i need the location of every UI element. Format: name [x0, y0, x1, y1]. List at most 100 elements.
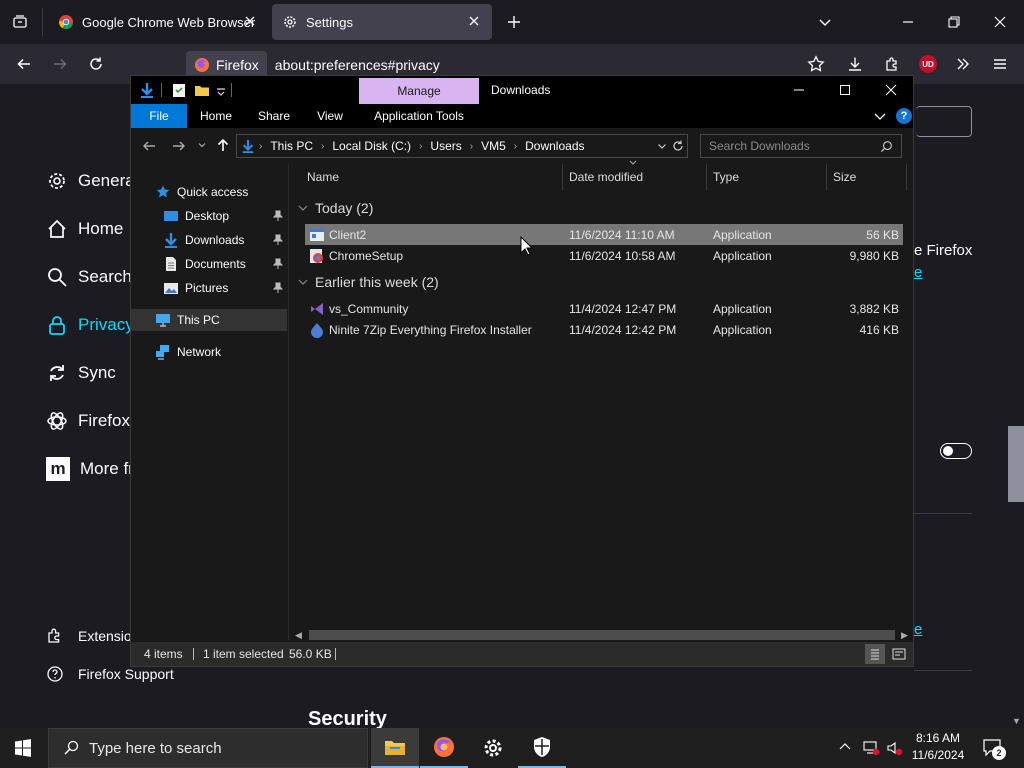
expand-ribbon-icon[interactable]	[873, 109, 887, 123]
scroll-left-icon[interactable]: ◀	[295, 630, 302, 641]
url-text[interactable]: about:preferences#privacy	[275, 57, 440, 73]
group-header-today[interactable]: Today (2)	[297, 197, 373, 219]
refresh-icon[interactable]	[671, 139, 685, 153]
category-home[interactable]: Home	[46, 215, 123, 243]
network-disconnected-icon[interactable]	[862, 740, 880, 756]
overflow-chevrons-icon[interactable]	[947, 48, 979, 80]
details-view-icon[interactable]	[865, 644, 885, 664]
close-window-icon[interactable]	[984, 6, 1016, 38]
nav-pictures[interactable]: Pictures	[131, 277, 287, 299]
minimize-icon[interactable]	[892, 6, 924, 38]
qat-divider	[231, 83, 232, 97]
breadcrumb-users[interactable]: Users	[430, 139, 461, 153]
back-icon[interactable]	[141, 138, 157, 154]
customize-qat-icon[interactable]	[215, 82, 227, 98]
taskbar-clock[interactable]: 8:16 AM 11/6/2024	[908, 731, 968, 762]
forward-icon[interactable]	[171, 138, 187, 154]
taskbar-windows-security[interactable]	[518, 728, 566, 768]
installer-icon	[309, 245, 325, 266]
tab-list-icon[interactable]	[4, 6, 36, 38]
search-icon	[880, 140, 893, 153]
ublock-origin-icon[interactable]: UD	[912, 48, 944, 80]
category-search[interactable]: Search	[46, 263, 132, 291]
breadcrumb-vm5[interactable]: VM5	[481, 139, 506, 153]
search-settings-input[interactable]	[916, 106, 972, 137]
link-firefox-support[interactable]: Firefox Support	[46, 664, 174, 684]
back-icon[interactable]	[8, 48, 40, 80]
category-sync[interactable]: Sync	[46, 359, 116, 387]
tab-chrome-download[interactable]: Google Chrome Web Browser	[48, 4, 268, 40]
gear-icon	[46, 170, 68, 192]
ribbon-tab-file[interactable]: File	[131, 104, 187, 128]
file-row-vs-community[interactable]: vs_Community 11/4/2024 12:47 PM Applicat…	[305, 298, 903, 319]
large-icons-view-icon[interactable]	[889, 644, 909, 664]
notification-center-icon[interactable]: 2	[982, 738, 1006, 760]
ribbon-tab-home[interactable]: Home	[191, 104, 241, 128]
taskbar-search-box[interactable]: Type here to search	[48, 728, 368, 768]
nav-this-pc[interactable]: This PC	[131, 309, 287, 331]
breadcrumb-separator: ›	[469, 140, 474, 152]
close-tab-icon[interactable]	[466, 13, 482, 29]
show-hidden-icons-chevron-icon[interactable]	[838, 740, 852, 754]
nav-quick-access[interactable]: Quick access	[131, 181, 287, 203]
nav-documents[interactable]: Documents	[131, 253, 287, 275]
category-firefox-labs[interactable]: Firefox	[46, 407, 130, 435]
group-header-earlier-this-week[interactable]: Earlier this week (2)	[297, 271, 439, 293]
search-downloads-input[interactable]: Search Downloads	[700, 134, 902, 158]
column-header-size[interactable]: Size	[827, 164, 907, 190]
close-window-icon[interactable]	[875, 74, 907, 106]
restore-icon[interactable]	[938, 6, 970, 38]
column-header-date-modified[interactable]: Date modified	[563, 164, 707, 190]
column-header-type[interactable]: Type	[707, 164, 827, 190]
help-icon[interactable]: ?	[896, 108, 912, 124]
file-row-ninite-installer[interactable]: Ninite 7Zip Everything Firefox Installer…	[305, 319, 903, 340]
properties-icon[interactable]	[171, 82, 187, 98]
page-scrollbar[interactable]: ▼	[1008, 84, 1024, 728]
nav-network[interactable]: Network	[131, 341, 287, 363]
breadcrumb-local-disk[interactable]: Local Disk (C:)	[332, 139, 411, 153]
windows-start-icon[interactable]	[14, 739, 32, 757]
tab-settings[interactable]: Settings	[272, 4, 492, 40]
taskbar-settings[interactable]	[469, 728, 517, 768]
volume-muted-icon[interactable]	[886, 740, 904, 756]
column-header-name[interactable]: Name	[301, 164, 563, 190]
minimize-icon[interactable]	[783, 74, 815, 106]
nav-desktop[interactable]: Desktop	[131, 205, 287, 227]
reload-icon[interactable]	[80, 48, 112, 80]
file-row-client2[interactable]: Client2 11/6/2024 11:10 AM Application 5…	[305, 224, 903, 245]
taskbar-firefox[interactable]	[420, 728, 468, 768]
new-tab-icon[interactable]	[498, 6, 530, 38]
partial-settings-link[interactable]: e	[914, 621, 922, 638]
ribbon-tab-share[interactable]: Share	[249, 104, 299, 128]
file-row-chromesetup[interactable]: ChromeSetup 11/6/2024 10:58 AM Applicati…	[305, 245, 903, 266]
horizontal-scrollbar[interactable]: ◀ ▶	[291, 628, 913, 642]
address-dropdown-icon[interactable]	[657, 141, 667, 151]
recent-locations-chevron-icon[interactable]	[197, 140, 207, 150]
ribbon-tab-view[interactable]: View	[305, 104, 355, 128]
nav-downloads[interactable]: Downloads	[131, 229, 287, 251]
new-folder-icon[interactable]	[194, 82, 210, 98]
taskbar-file-explorer[interactable]	[371, 728, 419, 768]
ninite-icon	[309, 319, 325, 340]
maximize-icon[interactable]	[829, 74, 861, 106]
manage-contextual-tab[interactable]: Manage	[359, 78, 479, 104]
chevron-down-icon[interactable]	[809, 6, 841, 38]
scroll-right-icon[interactable]: ▶	[901, 630, 908, 641]
category-general[interactable]: General	[46, 167, 138, 195]
category-more-from-mozilla[interactable]: m More fr	[46, 455, 134, 483]
category-privacy[interactable]: Privacy	[46, 311, 134, 339]
tab-title: Google Chrome Web Browser	[82, 14, 256, 30]
clock-date: 11/6/2024	[911, 748, 965, 762]
file-list-pane: Name Date modified Type Size Today (2) C…	[291, 160, 913, 640]
hamburger-menu-icon[interactable]	[984, 48, 1016, 80]
up-arrow-icon[interactable]	[215, 137, 231, 153]
forward-icon[interactable]	[44, 48, 76, 80]
partial-settings-link[interactable]: e	[914, 264, 922, 281]
close-tab-icon[interactable]	[242, 13, 258, 29]
ribbon-tab-application-tools[interactable]: Application Tools	[359, 104, 479, 128]
breadcrumb-this-pc[interactable]: This PC	[270, 139, 313, 153]
breadcrumb-downloads[interactable]: Downloads	[525, 139, 584, 153]
toggle-switch[interactable]	[940, 443, 972, 459]
scroll-thumb[interactable]	[309, 630, 895, 640]
address-bar[interactable]: › This PC › Local Disk (C:) › Users › VM…	[236, 134, 688, 158]
